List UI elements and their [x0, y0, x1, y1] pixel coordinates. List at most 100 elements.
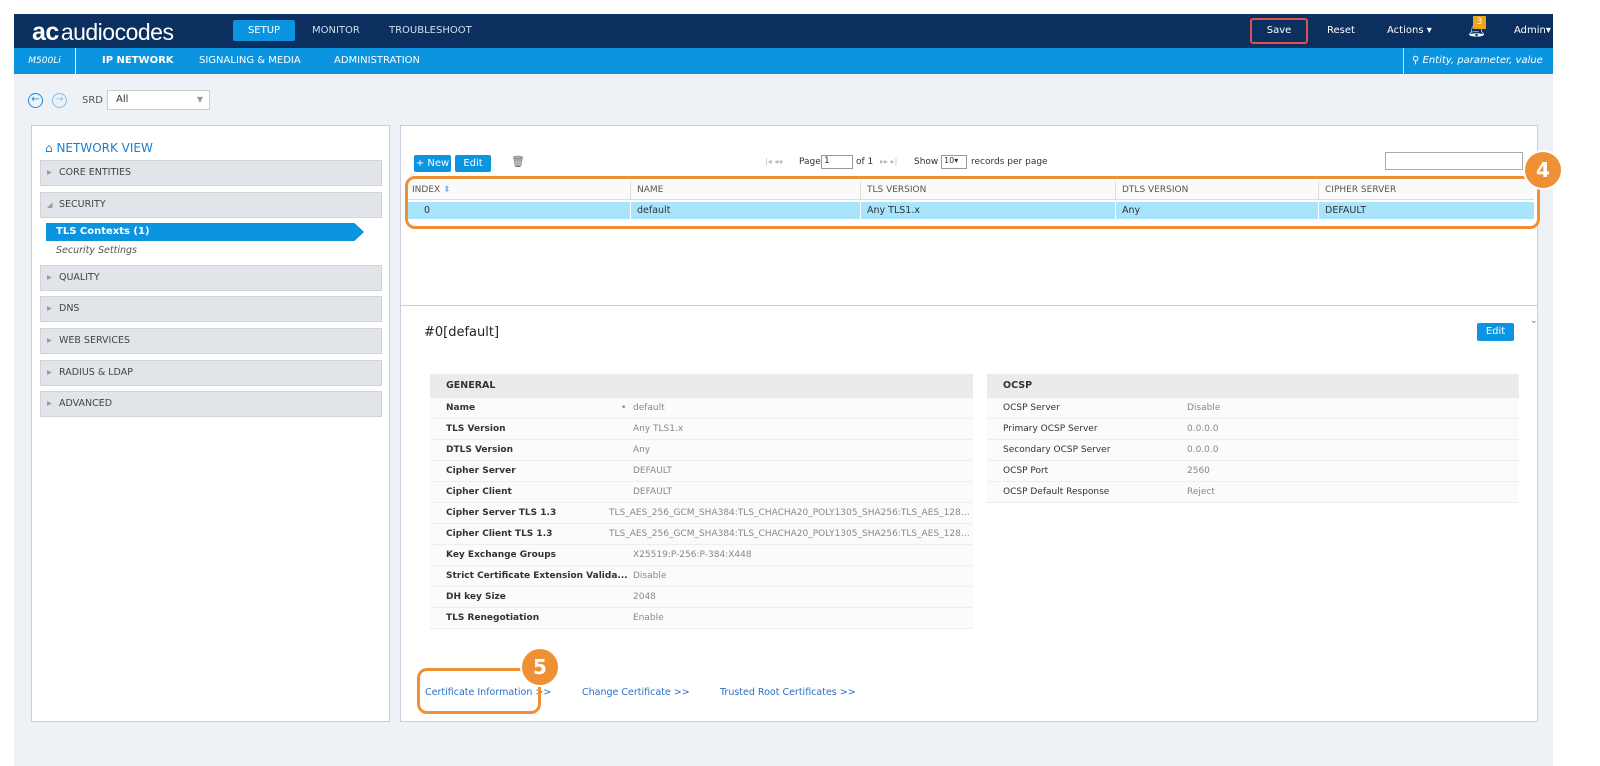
- sidebar-section-core-entities[interactable]: CORE ENTITIES: [40, 160, 382, 186]
- detail-edit-button[interactable]: Edit: [1477, 323, 1514, 341]
- sidebar-item-security-settings[interactable]: Security Settings: [56, 245, 137, 256]
- detail-value: TLS_AES_256_GCM_SHA384:TLS_CHACHA20_POLY…: [608, 508, 973, 518]
- collapse-chevron-icon[interactable]: ⌄: [1530, 316, 1538, 326]
- search-placeholder: Entity, parameter, value: [1422, 55, 1543, 66]
- srd-select[interactable]: All ▼: [107, 90, 210, 110]
- sidebar-section-advanced[interactable]: ADVANCED: [40, 391, 382, 417]
- sidebar-section-radius-ldap[interactable]: RADIUS & LDAP: [40, 360, 382, 386]
- detail-row: Secondary OCSP Server 0.0.0.0: [987, 440, 1519, 461]
- detail-value: Enable: [633, 613, 664, 623]
- edit-button[interactable]: Edit: [455, 155, 491, 172]
- detail-key: OCSP Port: [1003, 466, 1049, 476]
- detail-key: TLS Renegotiation: [446, 613, 540, 623]
- detail-value: DEFAULT: [633, 487, 672, 497]
- reset-button[interactable]: Reset: [1327, 14, 1355, 48]
- ocsp-header: OCSP: [987, 374, 1519, 398]
- detail-key: Cipher Client TLS 1.3: [446, 529, 553, 539]
- forward-icon[interactable]: →: [52, 93, 67, 108]
- detail-key: Primary OCSP Server: [1003, 424, 1098, 434]
- detail-value: X25519:P-256:P-384:X448: [633, 550, 752, 560]
- network-view-panel: ⌂ NETWORK VIEW CORE ENTITIES SECURITY TL…: [31, 125, 390, 722]
- pager-next-last-icon[interactable]: ▸▸ ▸|: [880, 157, 897, 166]
- home-icon: ⌂: [45, 141, 57, 155]
- srd-value: All: [116, 94, 129, 105]
- chevron-down-icon: ▼: [196, 95, 203, 104]
- detail-key: Cipher Client: [446, 487, 512, 497]
- sidebar-section-dns[interactable]: DNS: [40, 296, 382, 322]
- detail-key: TLS Version: [446, 424, 506, 434]
- detail-key: OCSP Default Response: [1003, 487, 1110, 497]
- actions-label: Actions: [1387, 25, 1424, 36]
- detail-row: TLS Version Any TLS1.x: [430, 419, 973, 440]
- sidebar-section-web-services[interactable]: WEB SERVICES: [40, 328, 382, 354]
- tab-administration[interactable]: ADMINISTRATION: [334, 48, 420, 74]
- back-icon[interactable]: ←: [28, 93, 43, 108]
- records-per-page-select[interactable]: 10▾: [941, 155, 967, 169]
- tab-monitor[interactable]: MONITOR: [312, 14, 360, 48]
- detail-row: TLS Renegotiation Enable: [430, 608, 973, 629]
- detail-row: OCSP Server Disable: [987, 398, 1519, 419]
- detail-key: DTLS Version: [446, 445, 514, 455]
- top-bar: acaudiocodes SETUP MONITOR TROUBLESHOOT …: [14, 14, 1553, 48]
- new-button[interactable]: + New: [414, 155, 451, 172]
- divider: [401, 305, 1537, 306]
- detail-value: Reject: [1187, 487, 1215, 497]
- detail-value: 2048: [633, 592, 656, 602]
- tab-setup[interactable]: SETUP: [233, 20, 295, 41]
- detail-row: Name • default: [430, 398, 973, 419]
- delete-icon[interactable]: 🗑︎: [511, 155, 525, 168]
- detail-row: DH key Size 2048: [430, 587, 973, 608]
- detail-key: Secondary OCSP Server: [1003, 445, 1111, 455]
- sub-nav: M500Li IP NETWORK SIGNALING & MEDIA ADMI…: [14, 48, 1553, 74]
- tab-signaling-media[interactable]: SIGNALING & MEDIA: [199, 48, 301, 74]
- detail-key: Key Exchange Groups: [446, 550, 556, 560]
- page-input[interactable]: 1: [821, 155, 853, 169]
- trusted-root-certificates-link[interactable]: Trusted Root Certificates >>: [720, 687, 856, 698]
- pager-first-prev-icon[interactable]: |◂ ◂◂: [765, 157, 782, 166]
- table-filter-input[interactable]: [1385, 152, 1523, 170]
- detail-row: Cipher Client DEFAULT: [430, 482, 973, 503]
- detail-value: default: [633, 403, 665, 413]
- detail-key: Cipher Server: [446, 466, 516, 476]
- annotation-badge-4: 4: [1523, 150, 1563, 190]
- actions-menu[interactable]: Actions ▾: [1387, 14, 1432, 48]
- page-of: of 1: [856, 157, 874, 167]
- network-view-title[interactable]: ⌂ NETWORK VIEW: [45, 141, 153, 155]
- detail-key: Strict Certificate Extension Valida...: [446, 571, 628, 581]
- detail-value: 0.0.0.0: [1187, 445, 1219, 455]
- save-button[interactable]: Save: [1250, 18, 1308, 44]
- detail-value: TLS_AES_256_GCM_SHA384:TLS_CHACHA20_POLY…: [608, 529, 973, 539]
- change-certificate-link[interactable]: Change Certificate >>: [582, 687, 690, 698]
- detail-row: DTLS Version Any: [430, 440, 973, 461]
- notification-badge: 3: [1473, 16, 1486, 29]
- annotation-badge-5: 5: [520, 647, 560, 687]
- detail-value: Any TLS1.x: [633, 424, 684, 434]
- srd-label: SRD: [82, 95, 103, 106]
- tab-ip-network[interactable]: IP NETWORK: [102, 48, 174, 74]
- detail-row: Primary OCSP Server 0.0.0.0: [987, 419, 1519, 440]
- detail-value: Disable: [1187, 403, 1221, 413]
- device-name: M500Li: [14, 48, 76, 74]
- detail-key: DH key Size: [446, 592, 506, 602]
- tab-troubleshoot[interactable]: TROUBLESHOOT: [389, 14, 472, 48]
- general-table: GENERAL Name • default TLS Version Any TLS1.…: [430, 374, 973, 629]
- detail-key: Name: [446, 403, 476, 413]
- detail-value: Disable: [633, 571, 667, 581]
- sidebar-section-quality[interactable]: QUALITY: [40, 265, 382, 291]
- detail-value: DEFAULT: [633, 466, 672, 476]
- detail-value: 0.0.0.0: [1187, 424, 1219, 434]
- sidebar-item-tls-contexts[interactable]: TLS Contexts (1): [46, 223, 364, 241]
- detail-row: Key Exchange Groups X25519:P-256:P-384:X4…: [430, 545, 973, 566]
- admin-menu[interactable]: Admin▾: [1514, 14, 1551, 48]
- search-icon: ⚲: [1412, 55, 1423, 66]
- detail-key: Cipher Server TLS 1.3: [446, 508, 557, 518]
- detail-key: OCSP Server: [1003, 403, 1060, 413]
- page-label: Page: [799, 157, 821, 167]
- sidebar-section-security[interactable]: SECURITY: [40, 192, 382, 218]
- admin-label: Admin: [1514, 25, 1546, 36]
- logo: acaudiocodes: [32, 18, 174, 46]
- detail-value: Any: [633, 445, 651, 455]
- detail-row: Strict Certificate Extension Valida... Di…: [430, 566, 973, 587]
- detail-row: Cipher Server DEFAULT: [430, 461, 973, 482]
- search-input[interactable]: ⚲ Entity, parameter, value: [1403, 48, 1553, 74]
